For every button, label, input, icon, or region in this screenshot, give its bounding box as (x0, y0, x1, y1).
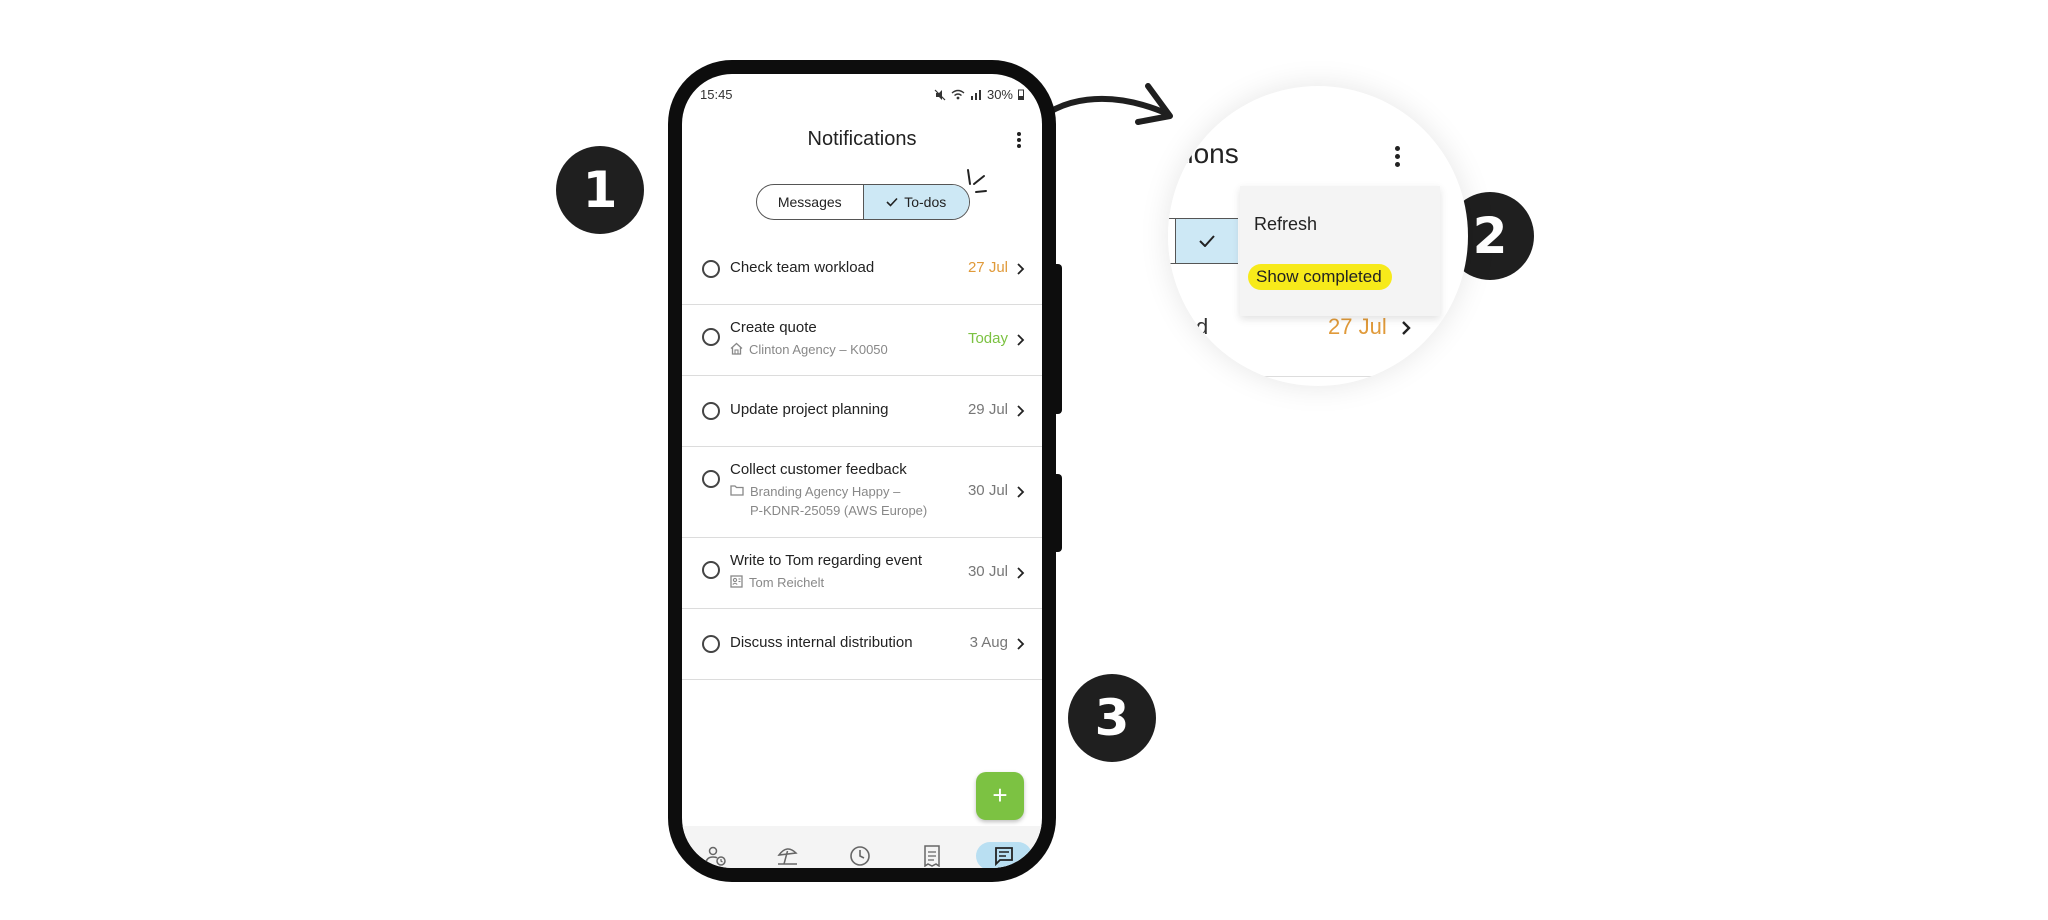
chevron-right-icon (1017, 263, 1025, 275)
chevron-right-icon (1402, 321, 1411, 335)
folder-icon (730, 482, 744, 501)
zoom-title-fragment: ations (1168, 138, 1239, 169)
todo-row[interactable]: Check team workload 27 Jul (682, 234, 1042, 305)
todo-due-date: 30 Jul (967, 563, 1008, 580)
add-todo-button[interactable]: + (976, 772, 1024, 820)
todo-subtitle: Branding Agency Happy – P-KDNR-25059 (AWS… (730, 482, 962, 520)
tab-label: To-dos (904, 194, 947, 210)
todo-list: Check team workload 27 Jul Create quote Cli… (682, 234, 1042, 680)
todo-subtitle: Tom Reichelt (730, 573, 962, 593)
nav-item-receipts[interactable] (904, 842, 960, 868)
tab-switcher: Messages To-dos (756, 184, 970, 220)
todo-due-date: Today (967, 330, 1008, 347)
menu-item-refresh[interactable]: Refresh (1254, 214, 1317, 235)
status-time: 15:45 (700, 87, 733, 102)
wifi-icon (951, 89, 965, 100)
todo-due-date: 27 Jul (967, 259, 1008, 276)
clock-icon (850, 846, 870, 866)
todo-text: Collect customer feedback Branding Agency… (730, 461, 962, 520)
status-bar: 15:45 30% (682, 74, 1042, 108)
todo-subtitle-line: Tom Reichelt (749, 575, 825, 590)
todo-text: Check team workload (730, 259, 962, 276)
todo-due-date: 29 Jul (967, 401, 1008, 418)
todo-title: Check team workload (730, 259, 875, 276)
nav-item-notifications[interactable] (976, 842, 1032, 868)
chevron-right-icon (1017, 567, 1025, 579)
phone-side-button (1054, 264, 1062, 414)
complete-checkbox[interactable] (702, 260, 720, 278)
zoom-callout: ations d 27 Jul Refresh Show completed (1168, 86, 1468, 386)
contact-card-icon (730, 573, 743, 593)
complete-checkbox[interactable] (702, 402, 720, 420)
checkmark-icon (1199, 235, 1215, 247)
todo-subtitle-line: P-KDNR-25059 (AWS Europe) (750, 503, 928, 518)
step-badge-3: 3 (1068, 674, 1156, 762)
nav-item-time[interactable] (832, 842, 888, 868)
todo-title: Write to Tom regarding event (730, 552, 923, 569)
person-clock-icon (705, 846, 726, 866)
todo-title: Collect customer feedback (730, 461, 907, 478)
checkmark-icon (886, 197, 898, 207)
overflow-menu: Refresh Show completed (1240, 186, 1440, 316)
todo-subtitle: Clinton Agency – K0050 (730, 340, 962, 360)
bottom-navigation (682, 826, 1042, 868)
receipt-icon (924, 845, 940, 867)
todo-row[interactable]: Collect customer feedback Branding Agency… (682, 447, 1042, 538)
signal-icon (970, 90, 981, 100)
nav-item-vacation[interactable] (760, 842, 816, 868)
divider (1168, 376, 1468, 377)
home-icon (730, 340, 743, 360)
chevron-right-icon (1017, 638, 1025, 650)
todo-title: Discuss internal distribution (730, 634, 913, 651)
page-title: Notifications (807, 128, 917, 150)
sparkle-doodle-icon (967, 169, 987, 193)
chevron-right-icon (1017, 486, 1025, 498)
todo-row[interactable]: Write to Tom regarding event Tom Reichelt… (682, 538, 1042, 609)
mute-icon (934, 89, 946, 100)
todo-text: Discuss internal distribution (730, 634, 962, 651)
todo-row[interactable]: Discuss internal distribution 3 Aug (682, 609, 1042, 680)
todo-due-date: 30 Jul (967, 482, 1008, 499)
todo-text: Update project planning (730, 401, 962, 418)
todo-due-date: 3 Aug (969, 634, 1008, 651)
chevron-right-icon (1017, 405, 1025, 417)
beach-umbrella-icon (777, 848, 798, 865)
nav-item-absence[interactable] (688, 842, 744, 868)
chevron-right-icon (1017, 334, 1025, 346)
todo-row[interactable]: Create quote Clinton Agency – K0050 Today (682, 305, 1042, 376)
todo-row[interactable]: Update project planning 29 Jul (682, 376, 1042, 447)
todo-subtitle-line: Clinton Agency – K0050 (749, 342, 888, 357)
chat-icon (995, 847, 1013, 866)
battery-icon (1018, 89, 1024, 100)
complete-checkbox[interactable] (702, 561, 720, 579)
battery-percent: 30% (986, 87, 1013, 102)
zoom-row-fragment: d (1196, 314, 1209, 339)
phone-screen: 15:45 30% Notifications Messages To-dos … (682, 74, 1042, 868)
more-options-icon[interactable] (1395, 146, 1400, 170)
todo-text: Create quote Clinton Agency – K0050 (730, 319, 962, 360)
tab-todos[interactable]: To-dos (862, 185, 969, 219)
step-badge-1: 1 (556, 146, 644, 234)
phone-frame: 15:45 30% Notifications Messages To-dos … (668, 60, 1062, 882)
todo-title: Update project planning (730, 401, 889, 418)
todo-title: Create quote (730, 319, 817, 336)
phone-side-button (1054, 474, 1062, 552)
tab-messages[interactable]: Messages (757, 185, 863, 219)
complete-checkbox[interactable] (702, 635, 720, 653)
todo-subtitle-line: Branding Agency Happy – (750, 484, 901, 499)
complete-checkbox[interactable] (702, 328, 720, 346)
tab-label: Messages (777, 194, 842, 210)
menu-item-show-completed[interactable]: Show completed (1248, 264, 1392, 290)
todo-text: Write to Tom regarding event Tom Reichelt (730, 552, 962, 593)
zoom-tab-fragment (1168, 218, 1238, 264)
status-icons: 30% (934, 87, 1024, 102)
zoom-row-date: 27 Jul (1328, 314, 1387, 339)
more-options-icon[interactable] (1014, 130, 1024, 152)
complete-checkbox[interactable] (702, 470, 720, 488)
zoom-tab-todos (1175, 219, 1238, 263)
